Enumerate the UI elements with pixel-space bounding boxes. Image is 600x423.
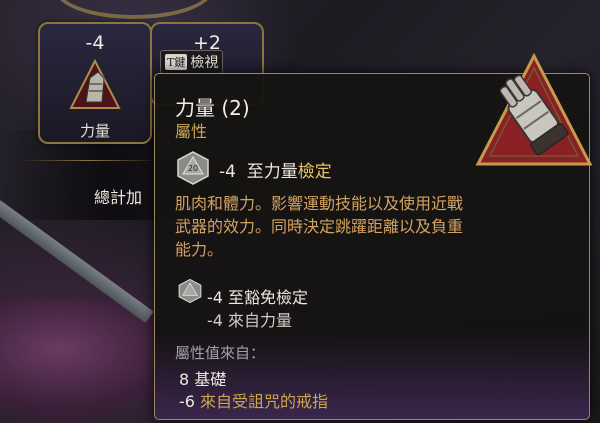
die-label: 20 [188, 164, 198, 173]
tooltip-category: 屬性 [175, 122, 208, 141]
inspect-label: 檢視 [190, 55, 219, 71]
stat-card-strength[interactable]: -4 力量 [38, 22, 152, 144]
source-label: 基礎 [194, 370, 227, 389]
ability-check-line: -4 至力量檢定 [219, 157, 332, 182]
check-value: -4 [219, 162, 236, 182]
inspect-hint[interactable]: T鍵 檢視 [160, 50, 224, 74]
source-label: 來自受詛咒的戒指 [200, 392, 329, 411]
source-item: 8 基礎 [179, 366, 226, 390]
source-value: -6 [179, 392, 195, 411]
saving-throw-source: -4 來自力量 [207, 311, 293, 330]
gauntlet-icon [68, 58, 122, 116]
sources-header: 屬性值來自： [175, 344, 266, 362]
source-value: 8 [179, 370, 190, 389]
source-item: -6 來自受詛咒的戒指 [179, 388, 328, 412]
decorative-ring [55, 0, 213, 19]
stat-value: -4 [85, 32, 105, 54]
check-label: 至力量 [246, 162, 298, 182]
stat-name: 力量 [79, 122, 110, 140]
d20-die-small-icon [177, 278, 203, 308]
tooltip-title: 力量 (2) [175, 96, 250, 120]
saving-throw-line: -4 至豁免檢定 [207, 288, 309, 307]
check-highlight: 檢定 [297, 162, 332, 182]
stat-description: 肌肉和體力。影響運動技能以及使用近戰武器的效力。同時決定跳躍距離以及負重能力。 [175, 194, 464, 259]
d20-die-icon: 20 [175, 150, 211, 190]
gauntlet-emblem-icon [474, 52, 594, 176]
total-label: 總計加 [94, 188, 143, 207]
divider [20, 160, 160, 161]
keyboard-key-icon: T鍵 [165, 54, 188, 70]
